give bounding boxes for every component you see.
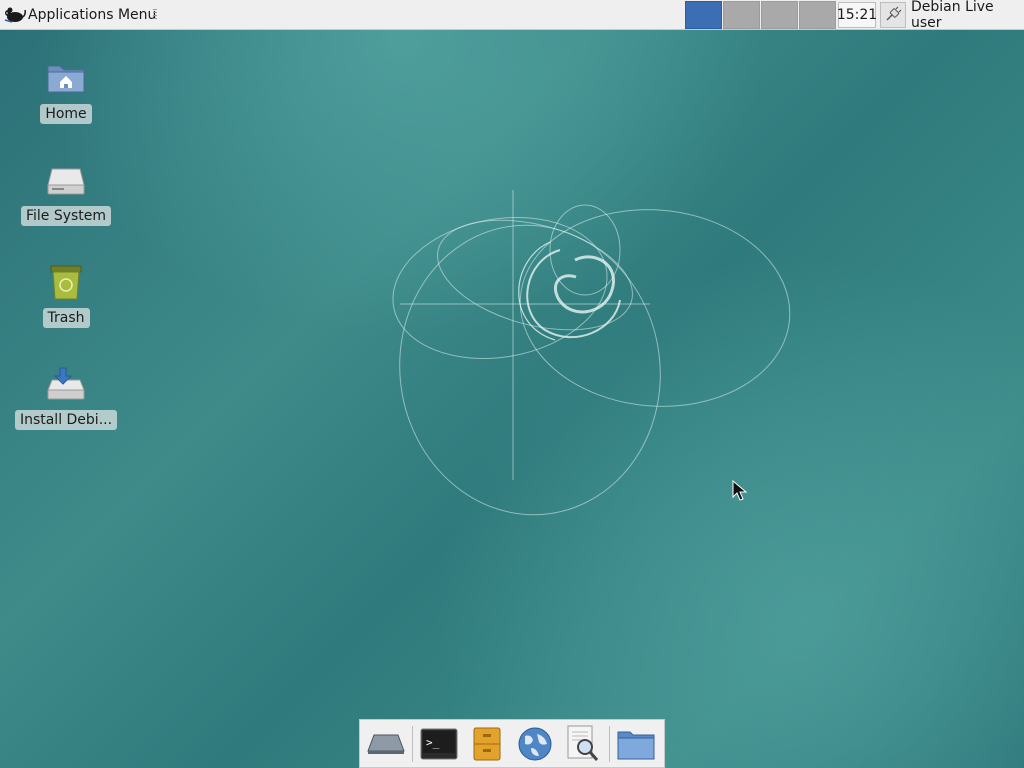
show-desktop-button[interactable] (362, 721, 410, 767)
dock-separator (609, 725, 610, 762)
trash-icon (42, 258, 90, 306)
applications-menu-button[interactable]: Applications Menu (2, 2, 156, 28)
drive-icon (42, 156, 90, 204)
desktop-icon-label: Trash (42, 308, 90, 328)
desktop-icon-label: Install Debi... (14, 410, 118, 430)
desktop-icon-label: File System (20, 206, 112, 226)
install-icon (42, 360, 90, 408)
home-folder-icon (42, 54, 90, 102)
power-plug-icon[interactable] (880, 2, 906, 28)
app-finder-launcher[interactable] (559, 721, 607, 767)
search-icon (567, 725, 599, 761)
desktop-icon-label: Home (40, 104, 92, 124)
terminal-icon: >_ (420, 728, 458, 759)
desktop-icon-install-debian[interactable]: Install Debi... (11, 360, 121, 430)
desktop-icon-home[interactable]: Home (11, 54, 121, 124)
workspace-4[interactable] (799, 1, 836, 29)
web-browser-launcher[interactable] (511, 721, 559, 767)
applications-menu-label: Applications Menu (28, 7, 157, 23)
clock[interactable]: 15:21 (837, 2, 877, 28)
workspace-3[interactable] (761, 1, 798, 29)
desktop-icon-file-system[interactable]: File System (11, 156, 121, 226)
file-manager-launcher[interactable] (463, 721, 511, 767)
terminal-launcher[interactable]: >_ (415, 721, 463, 767)
workspace-2[interactable] (723, 1, 760, 29)
mouse-cursor-icon (732, 480, 748, 501)
svg-text:>_: >_ (426, 736, 440, 749)
panel-handle[interactable] (153, 9, 157, 21)
folder-icon (617, 731, 655, 759)
file-cabinet-icon (473, 727, 501, 760)
workspace-switcher (685, 1, 837, 29)
show-desktop-icon (367, 734, 405, 754)
web-browser-icon (518, 727, 552, 760)
debian-swirl-wallpaper (392, 190, 791, 516)
bottom-dock: >_ (359, 719, 665, 768)
xfce-mouse-icon (4, 7, 26, 23)
top-panel: Applications Menu 15:21 Debian Live user (0, 0, 1024, 31)
folder-launcher[interactable] (612, 721, 660, 767)
workspace-1[interactable] (685, 1, 722, 29)
dock-separator (412, 725, 413, 762)
plug-icon (886, 6, 902, 21)
user-menu[interactable]: Debian Live user (911, 0, 1024, 31)
desktop-icon-trash[interactable]: Trash (11, 258, 121, 328)
